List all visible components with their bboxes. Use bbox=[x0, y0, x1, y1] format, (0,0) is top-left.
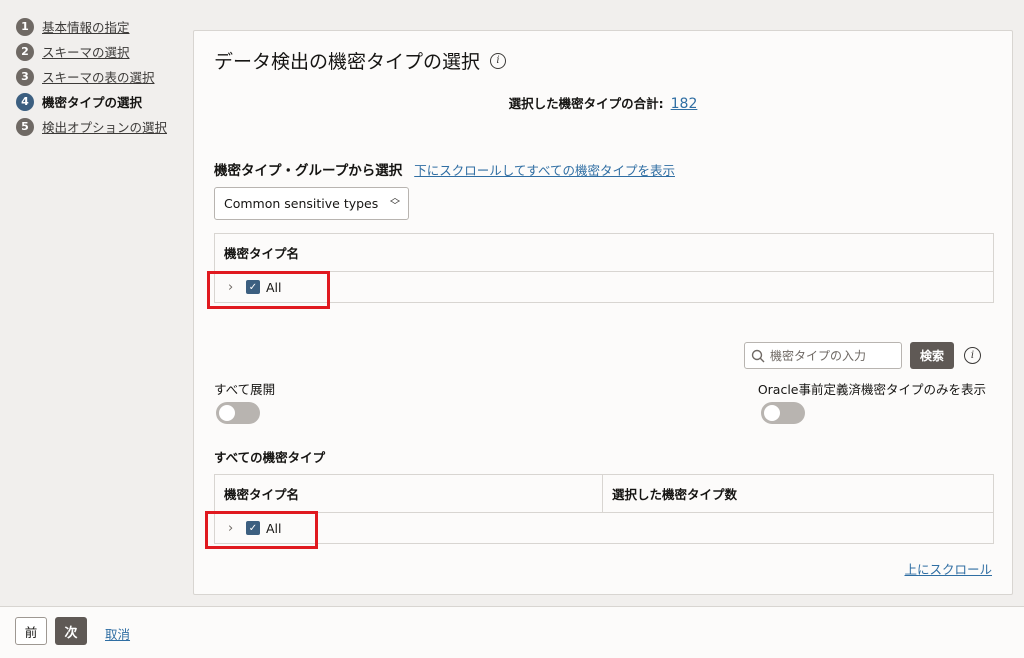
scroll-down-link[interactable]: 下にスクロールしてすべての機密タイプを表示 bbox=[414, 160, 675, 179]
wizard-steps: 1 基本情報の指定 2 スキーマの選択 3 スキーマの表の選択 4 機密タイプの… bbox=[16, 14, 191, 139]
expand-all-label: すべて展開 bbox=[214, 382, 276, 397]
step-number: 3 bbox=[16, 67, 34, 86]
step-label: 機密タイプの選択 bbox=[42, 95, 143, 110]
toggle-knob bbox=[219, 405, 235, 421]
footer-bar: 前 次 取消 bbox=[0, 606, 1024, 658]
group-heading-text: 機密タイプ・グループから選択 bbox=[214, 163, 403, 179]
search-button[interactable]: 検索 bbox=[910, 342, 955, 369]
column-header-count: 選択した機密タイプ数 bbox=[612, 487, 738, 502]
oracle-only-label: Oracle事前定義済機密タイプのみを表示 bbox=[757, 382, 986, 397]
chevron-right-icon[interactable]: › bbox=[228, 280, 240, 295]
expand-all-toggle[interactable] bbox=[216, 402, 260, 424]
search-icon bbox=[751, 349, 765, 362]
column-header-name: 機密タイプ名 bbox=[215, 475, 603, 512]
toggle-knob bbox=[764, 405, 780, 421]
previous-button[interactable]: 前 bbox=[15, 617, 47, 645]
table-header: 機密タイプ名 bbox=[215, 234, 993, 272]
step-number: 4 bbox=[16, 92, 34, 111]
page-title: データ検出の機密タイプの選択 i bbox=[214, 47, 507, 74]
row-label: All bbox=[266, 520, 282, 536]
total-selected: 選択した機密タイプの合計: 182 bbox=[194, 93, 1012, 112]
step-discovery-options[interactable]: 5 検出オプションの選択 bbox=[16, 114, 191, 139]
search-bar: 機密タイプの入力 検索 i bbox=[744, 342, 982, 369]
step-number: 1 bbox=[16, 17, 34, 36]
all-types-heading: すべての機密タイプ bbox=[214, 450, 326, 465]
type-group-select-value: Common sensitive types bbox=[224, 196, 379, 211]
step-basic-info[interactable]: 1 基本情報の指定 bbox=[16, 14, 191, 39]
column-header-name: 機密タイプ名 bbox=[224, 246, 300, 261]
step-label[interactable]: 検出オプションの選択 bbox=[42, 117, 167, 136]
step-select-schema[interactable]: 2 スキーマの選択 bbox=[16, 39, 191, 64]
table-row: › ✓ All bbox=[215, 272, 993, 302]
main-panel: データ検出の機密タイプの選択 i 選択した機密タイプの合計: 182 機密タイプ… bbox=[193, 30, 1013, 595]
all-checkbox[interactable]: ✓ bbox=[246, 280, 260, 294]
type-group-select[interactable]: Common sensitive types ︿ ﹀ bbox=[214, 187, 409, 220]
info-icon[interactable]: i bbox=[964, 347, 982, 364]
next-button[interactable]: 次 bbox=[55, 617, 87, 645]
table-row: › ✓ All bbox=[215, 513, 993, 543]
step-number: 2 bbox=[16, 42, 34, 61]
step-label[interactable]: 基本情報の指定 bbox=[42, 17, 130, 36]
total-value-link[interactable]: 182 bbox=[671, 96, 698, 112]
step-label[interactable]: スキーマの選択 bbox=[42, 42, 130, 61]
search-input[interactable]: 機密タイプの入力 bbox=[744, 342, 902, 369]
oracle-only-toggle[interactable] bbox=[761, 402, 805, 424]
scroll-up-link[interactable]: 上にスクロール bbox=[904, 559, 992, 578]
chevron-up-down-icon: ︿ ﹀ bbox=[390, 193, 400, 212]
step-number: 5 bbox=[16, 117, 34, 136]
chevron-right-icon[interactable]: › bbox=[228, 521, 240, 536]
group-types-table: 機密タイプ名 › ✓ All bbox=[214, 233, 994, 303]
step-select-tables[interactable]: 3 スキーマの表の選択 bbox=[16, 64, 191, 89]
all-types-table: 機密タイプ名 選択した機密タイプ数 › ✓ All bbox=[214, 474, 994, 544]
step-label[interactable]: スキーマの表の選択 bbox=[42, 67, 155, 86]
search-placeholder: 機密タイプの入力 bbox=[770, 349, 867, 363]
table-header: 機密タイプ名 選択した機密タイプ数 bbox=[215, 475, 993, 513]
all-checkbox[interactable]: ✓ bbox=[246, 521, 260, 535]
info-icon[interactable]: i bbox=[490, 52, 507, 69]
group-section-heading: 機密タイプ・グループから選択 下にスクロールしてすべての機密タイプを表示 bbox=[214, 159, 675, 179]
total-label: 選択した機密タイプの合計: bbox=[508, 96, 664, 111]
page-title-text: データ検出の機密タイプの選択 bbox=[214, 51, 481, 73]
row-label: All bbox=[266, 279, 282, 295]
cancel-link[interactable]: 取消 bbox=[105, 624, 130, 643]
step-sensitive-types: 4 機密タイプの選択 bbox=[16, 89, 191, 114]
